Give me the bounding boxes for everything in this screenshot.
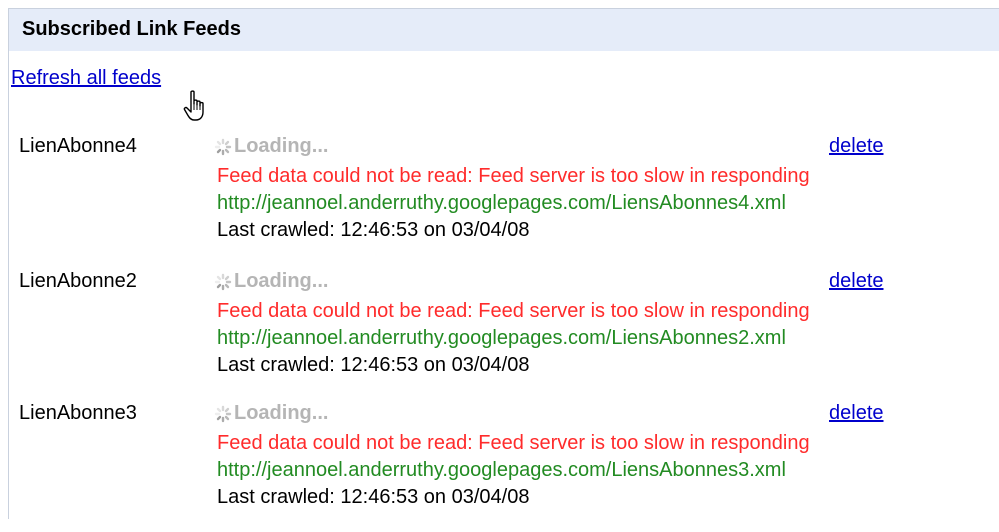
last-crawled: Last crawled: 12:46:53 on 03/04/08 xyxy=(217,354,530,376)
feed-name: LienAbonne3 xyxy=(19,402,137,424)
loading-label: Loading... xyxy=(234,270,329,292)
panel-title: Subscribed Link Feeds xyxy=(22,18,241,40)
loading-label: Loading... xyxy=(234,402,329,424)
loading-spinner-icon xyxy=(214,138,232,155)
loading-status: Loading... xyxy=(214,135,328,158)
feed-url: http://jeannoel.anderruthy.googlepages.c… xyxy=(217,459,786,481)
feed-item: LienAbonne4 Loading... delete Feed data … xyxy=(0,135,999,265)
loading-label: Loading... xyxy=(234,135,329,157)
feed-name: LienAbonne2 xyxy=(19,270,137,292)
loading-status: Loading... xyxy=(214,270,328,293)
loading-spinner-icon xyxy=(214,273,232,290)
feed-name: LienAbonne4 xyxy=(19,135,137,157)
panel-header: Subscribed Link Feeds xyxy=(9,9,999,51)
last-crawled: Last crawled: 12:46:53 on 03/04/08 xyxy=(217,486,530,508)
hand-pointer-cursor-icon xyxy=(183,90,204,121)
delete-feed-link[interactable]: delete xyxy=(829,402,884,425)
feed-error-message: Feed data could not be read: Feed server… xyxy=(217,165,810,187)
refresh-all-feeds-link[interactable]: Refresh all feeds xyxy=(11,67,161,90)
feed-url: http://jeannoel.anderruthy.googlepages.c… xyxy=(217,192,786,214)
feed-url: http://jeannoel.anderruthy.googlepages.c… xyxy=(217,327,786,349)
loading-status: Loading... xyxy=(214,402,328,425)
feed-error-message: Feed data could not be read: Feed server… xyxy=(217,432,810,454)
delete-feed-link[interactable]: delete xyxy=(829,135,884,158)
feed-item: LienAbonne3 Loading... delete Feed data … xyxy=(0,402,999,532)
feed-item: LienAbonne2 Loading... delete Feed data … xyxy=(0,270,999,400)
loading-spinner-icon xyxy=(214,405,232,422)
delete-feed-link[interactable]: delete xyxy=(829,270,884,293)
last-crawled: Last crawled: 12:46:53 on 03/04/08 xyxy=(217,219,530,241)
feed-error-message: Feed data could not be read: Feed server… xyxy=(217,300,810,322)
